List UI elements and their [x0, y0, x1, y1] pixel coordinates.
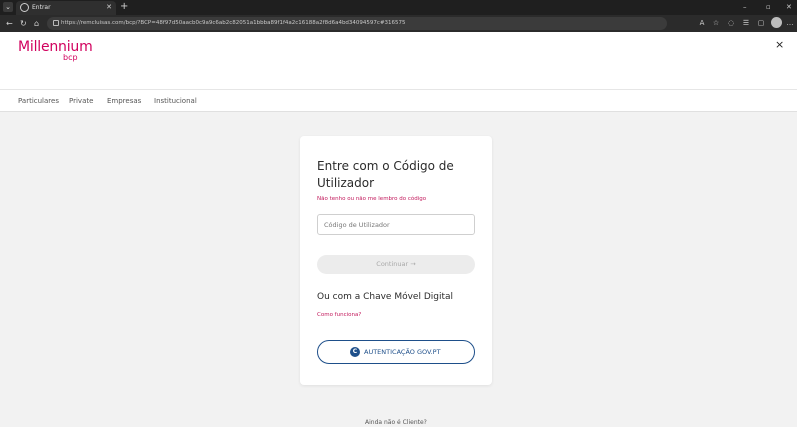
- favorite-star-icon[interactable]: ☆: [711, 18, 721, 28]
- maximize-icon[interactable]: ▫: [766, 1, 771, 13]
- tab-close-icon[interactable]: ✕: [106, 2, 112, 12]
- how-it-works-link[interactable]: Como funciona?: [317, 311, 361, 319]
- logo-millennium[interactable]: Millennium: [18, 39, 93, 55]
- logo-bcp: bcp: [63, 53, 78, 62]
- site-nav: Particulares Private Empresas Institucio…: [0, 89, 797, 112]
- favorites-icon[interactable]: ☰: [741, 18, 751, 28]
- extensions-icon[interactable]: ◌: [726, 18, 736, 28]
- user-code-input[interactable]: [317, 214, 475, 235]
- not-client-link[interactable]: Ainda não é Cliente?: [365, 418, 427, 427]
- browser-toolbar: ← ↻ ⌂ https://remcluisas.com/bcp/?BCP=48…: [0, 15, 797, 32]
- continue-button[interactable]: Continuar →: [317, 255, 475, 274]
- page-title: Entre com o Código de Utilizador: [317, 159, 454, 190]
- browser-tab-bar: ⌄ Entrar ✕ + – ▫ ✕: [0, 0, 797, 15]
- read-aloud-icon[interactable]: A: [697, 18, 707, 28]
- browser-tab[interactable]: Entrar ✕: [16, 1, 116, 15]
- close-icon[interactable]: ×: [775, 39, 784, 51]
- gov-pt-auth-button[interactable]: C AUTENTICAÇÃO GOV.PT: [317, 340, 475, 364]
- window-close-icon[interactable]: ✕: [786, 1, 792, 13]
- address-bar[interactable]: https://remcluisas.com/bcp/?BCP=48f97d50…: [47, 17, 667, 30]
- back-icon[interactable]: ←: [6, 18, 13, 29]
- gov-pt-icon: C: [350, 347, 360, 357]
- new-tab-button[interactable]: +: [120, 0, 128, 14]
- tab-actions-icon[interactable]: ⌄: [3, 2, 13, 12]
- minimize-icon[interactable]: –: [743, 1, 747, 13]
- tab-title: Entrar: [32, 4, 51, 11]
- nav-particulares[interactable]: Particulares: [18, 96, 59, 106]
- nav-private[interactable]: Private: [69, 96, 93, 106]
- site-header: Millennium bcp ×: [0, 32, 797, 89]
- gov-pt-label: AUTENTICAÇÃO GOV.PT: [364, 348, 441, 356]
- forgot-code-link[interactable]: Não tenho ou não me lembro do código: [317, 195, 426, 203]
- more-icon[interactable]: …: [785, 18, 795, 28]
- profile-avatar[interactable]: [771, 17, 782, 28]
- globe-icon: [20, 3, 29, 12]
- home-icon[interactable]: ⌂: [34, 18, 39, 29]
- chave-movel-heading: Ou com a Chave Móvel Digital: [317, 292, 454, 302]
- login-card: Entre com o Código de Utilizador Não ten…: [300, 136, 492, 385]
- nav-institucional[interactable]: Institucional: [154, 96, 197, 106]
- nav-empresas[interactable]: Empresas: [107, 96, 141, 106]
- url-text[interactable]: https://remcluisas.com/bcp/?BCP=48f97d50…: [61, 19, 661, 28]
- lock-icon: [53, 20, 59, 26]
- refresh-icon[interactable]: ↻: [20, 18, 27, 29]
- collections-icon[interactable]: ▢: [756, 18, 766, 28]
